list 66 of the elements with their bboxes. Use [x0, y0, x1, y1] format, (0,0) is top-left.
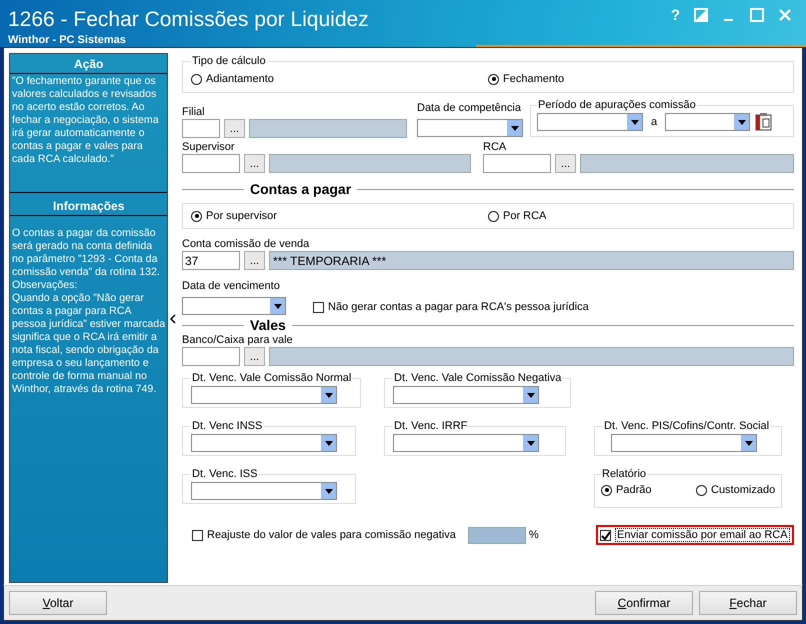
field-label: Supervisor	[182, 140, 236, 154]
range-separator: a	[651, 116, 658, 128]
date-dropdown[interactable]	[191, 434, 337, 452]
date-dropdown[interactable]	[537, 113, 643, 131]
radio-option[interactable]: Fechamento	[488, 73, 785, 85]
account-code-field[interactable]: 37	[182, 251, 240, 270]
date-dropdown[interactable]	[191, 482, 337, 500]
close-icon[interactable]	[778, 8, 792, 22]
supervisor-code-field[interactable]	[182, 154, 240, 173]
checkbox-option[interactable]: Reajuste do valor de vales para comissão negativa	[192, 529, 456, 541]
footer-button[interactable]: Confirmar	[595, 591, 693, 615]
panel-heading: Ação	[10, 54, 168, 74]
account-name-field: *** TEMPORARIA ***	[269, 251, 794, 270]
panel-heading: Informações	[10, 193, 168, 216]
radio-option[interactable]: Customizado	[696, 484, 776, 496]
lookup-button[interactable]: ...	[224, 119, 245, 138]
date-dropdown[interactable]	[393, 434, 539, 452]
date-dropdown[interactable]	[417, 119, 523, 137]
date-dropdown[interactable]	[665, 113, 750, 131]
radio-option[interactable]: Padrão	[601, 484, 696, 496]
radio-option[interactable]: Adiantamento	[191, 73, 488, 85]
footer-button[interactable]: Voltar	[9, 591, 107, 615]
field-label: RCA	[483, 140, 508, 154]
date-dropdown[interactable]	[191, 386, 337, 404]
radio-option[interactable]: Por RCA	[488, 210, 785, 222]
group-title: Tipo de cálculo	[191, 55, 267, 67]
panel-text: ”O fechamento garante que os valores calculados e revisados no acerto estão corretos. Ao fechar a negociação, o sistema irá gerar automaticamente o contas a pagar e vales para cada RCA calculado.”	[11, 74, 160, 166]
collapse-icon[interactable]	[170, 314, 176, 324]
maximize-icon[interactable]	[750, 8, 764, 22]
calendar-icon[interactable]	[755, 113, 772, 131]
group-title: Relatório	[601, 468, 648, 480]
lookup-button[interactable]: ...	[555, 154, 576, 173]
percent-field[interactable]	[468, 526, 526, 544]
theme-icon[interactable]	[694, 8, 708, 22]
rca-code-field[interactable]	[483, 154, 551, 173]
checkbox-option[interactable]: Não gerar contas a pagar para RCA's pessoa jurídica	[313, 301, 589, 313]
group-title: Dt. Venc INSS	[191, 420, 264, 432]
window-title: 1266 - Fechar Comissões por Liquidez	[8, 8, 369, 32]
footer-button[interactable]: Fechar	[699, 591, 797, 615]
lookup-button[interactable]: ...	[244, 154, 265, 173]
group-title: Dt. Venc. Vale Comissão Normal	[191, 372, 352, 384]
checkbox-option[interactable]: Enviar comissão por email ao RCA	[596, 525, 794, 545]
radio-option[interactable]: Por supervisor	[191, 210, 488, 222]
field-label: Banco/Caixa para vale	[182, 333, 294, 347]
date-dropdown[interactable]	[393, 386, 539, 404]
lookup-button[interactable]: ...	[244, 251, 265, 270]
date-dropdown[interactable]	[611, 434, 757, 452]
section-heading: Contas a pagar	[250, 181, 352, 197]
branch-code-field[interactable]	[182, 119, 220, 138]
group-title: Dt. Venc. PIS/Cofins/Contr. Social	[603, 420, 770, 432]
field-label: Filial	[182, 105, 206, 119]
checkmark-icon	[601, 530, 610, 540]
group-title: Período de apurações comissão	[537, 99, 697, 111]
group-title: Dt. Venc. IRRF	[393, 420, 468, 432]
lookup-button[interactable]: ...	[244, 347, 265, 366]
bank-code-field[interactable]	[182, 347, 240, 366]
percent-unit: %	[528, 529, 539, 541]
field-label: Conta comissão de venda	[182, 237, 310, 251]
group-title: Dt. Venc. Vale Comissão Negativa	[393, 372, 562, 384]
section-heading: Vales	[250, 317, 286, 333]
window-subtitle: Winthor - PC Sistemas	[8, 34, 127, 46]
group-title: Dt. Venc. ISS	[191, 468, 258, 480]
field-label: Data de competência	[417, 101, 522, 115]
panel-text: O contas a pagar da comissão será gerado na conta definida no parâmetro ”1293 - Conta da comissão venda” da rotina 132. Observações: Quando a opção ”Não gerar contas a pagar para RCA pessoa jurídica” estiver marcada significa que o RCA irá emitir a nota fiscal, sendo obrigação da empresa o seu lançamento e controle de forma manual no Winthor, através da rotina 749.	[11, 226, 166, 396]
date-dropdown[interactable]	[182, 297, 286, 315]
field-label: Data de vencimento	[182, 279, 281, 293]
